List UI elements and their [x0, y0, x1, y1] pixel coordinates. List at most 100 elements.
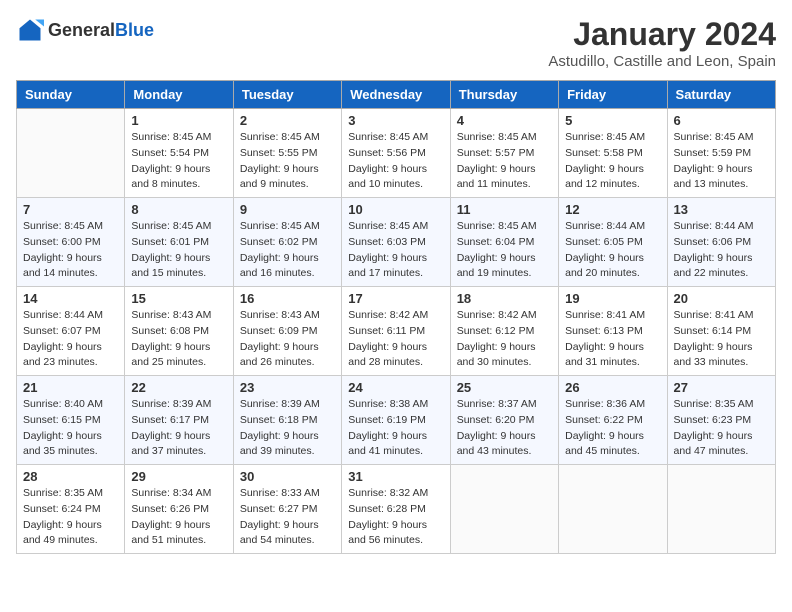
- day-info: Sunrise: 8:45 AMSunset: 6:03 PMDaylight:…: [348, 219, 443, 282]
- day-info: Sunrise: 8:45 AMSunset: 5:59 PMDaylight:…: [674, 130, 769, 193]
- weekday-header-monday: Monday: [125, 81, 233, 109]
- day-info: Sunrise: 8:37 AMSunset: 6:20 PMDaylight:…: [457, 397, 552, 460]
- day-info: Sunrise: 8:44 AMSunset: 6:05 PMDaylight:…: [565, 219, 660, 282]
- calendar-day-cell: [450, 465, 558, 554]
- calendar-day-cell: 11 Sunrise: 8:45 AMSunset: 6:04 PMDayligh…: [450, 198, 558, 287]
- day-info: Sunrise: 8:44 AMSunset: 6:07 PMDaylight:…: [23, 308, 118, 371]
- day-number: 25: [457, 380, 552, 395]
- calendar-week-row: 14 Sunrise: 8:44 AMSunset: 6:07 PMDayligh…: [17, 287, 776, 376]
- day-info: Sunrise: 8:45 AMSunset: 6:00 PMDaylight:…: [23, 219, 118, 282]
- day-info: Sunrise: 8:36 AMSunset: 6:22 PMDaylight:…: [565, 397, 660, 460]
- calendar-day-cell: 25 Sunrise: 8:37 AMSunset: 6:20 PMDayligh…: [450, 376, 558, 465]
- day-info: Sunrise: 8:39 AMSunset: 6:18 PMDaylight:…: [240, 397, 335, 460]
- day-number: 2: [240, 113, 335, 128]
- calendar-day-cell: [17, 109, 125, 198]
- day-info: Sunrise: 8:43 AMSunset: 6:08 PMDaylight:…: [131, 308, 226, 371]
- calendar-day-cell: 17 Sunrise: 8:42 AMSunset: 6:11 PMDayligh…: [342, 287, 450, 376]
- calendar-day-cell: 12 Sunrise: 8:44 AMSunset: 6:05 PMDayligh…: [559, 198, 667, 287]
- month-title: January 2024: [548, 16, 776, 53]
- day-info: Sunrise: 8:40 AMSunset: 6:15 PMDaylight:…: [23, 397, 118, 460]
- day-number: 23: [240, 380, 335, 395]
- weekday-header-sunday: Sunday: [17, 81, 125, 109]
- calendar-day-cell: 22Sunrise: 8:39 AMSunset: 6:17 PMDayligh…: [125, 376, 233, 465]
- calendar-day-cell: [559, 465, 667, 554]
- title-section: January 2024 Astudillo, Castille and Leo…: [548, 16, 776, 70]
- logo-icon: [16, 16, 44, 44]
- calendar-day-cell: 2 Sunrise: 8:45 AMSunset: 5:55 PMDaylight…: [233, 109, 341, 198]
- calendar-week-row: 1Sunrise: 8:45 AMSunset: 5:54 PMDaylight…: [17, 109, 776, 198]
- day-number: 22: [131, 380, 226, 395]
- day-number: 6: [674, 113, 769, 128]
- day-number: 14: [23, 291, 118, 306]
- day-number: 24: [348, 380, 443, 395]
- day-info: Sunrise: 8:45 AMSunset: 5:57 PMDaylight:…: [457, 130, 552, 193]
- day-info: Sunrise: 8:45 AMSunset: 6:04 PMDaylight:…: [457, 219, 552, 282]
- logo-general-text: General: [48, 20, 115, 40]
- day-info: Sunrise: 8:41 AMSunset: 6:14 PMDaylight:…: [674, 308, 769, 371]
- calendar-day-cell: 19 Sunrise: 8:41 AMSunset: 6:13 PMDayligh…: [559, 287, 667, 376]
- day-info: Sunrise: 8:41 AMSunset: 6:13 PMDaylight:…: [565, 308, 660, 371]
- day-info: Sunrise: 8:45 AMSunset: 6:02 PMDaylight:…: [240, 219, 335, 282]
- day-info: Sunrise: 8:43 AMSunset: 6:09 PMDaylight:…: [240, 308, 335, 371]
- day-number: 29: [131, 469, 226, 484]
- day-number: 26: [565, 380, 660, 395]
- calendar-day-cell: 3Sunrise: 8:45 AMSunset: 5:56 PMDaylight…: [342, 109, 450, 198]
- calendar-day-cell: 15Sunrise: 8:43 AMSunset: 6:08 PMDayligh…: [125, 287, 233, 376]
- day-number: 21: [23, 380, 118, 395]
- day-number: 4: [457, 113, 552, 128]
- day-number: 27: [674, 380, 769, 395]
- calendar-day-cell: 14 Sunrise: 8:44 AMSunset: 6:07 PMDayligh…: [17, 287, 125, 376]
- day-info: Sunrise: 8:45 AMSunset: 5:55 PMDaylight:…: [240, 130, 335, 193]
- calendar-day-cell: 24 Sunrise: 8:38 AMSunset: 6:19 PMDayligh…: [342, 376, 450, 465]
- calendar-week-row: 28Sunrise: 8:35 AMSunset: 6:24 PMDayligh…: [17, 465, 776, 554]
- day-info: Sunrise: 8:32 AMSunset: 6:28 PMDaylight:…: [348, 486, 443, 549]
- calendar-day-cell: 1Sunrise: 8:45 AMSunset: 5:54 PMDaylight…: [125, 109, 233, 198]
- page-header: GeneralBlue January 2024 Astudillo, Cast…: [16, 16, 776, 70]
- day-number: 20: [674, 291, 769, 306]
- day-info: Sunrise: 8:35 AMSunset: 6:23 PMDaylight:…: [674, 397, 769, 460]
- calendar-week-row: 21 Sunrise: 8:40 AMSunset: 6:15 PMDayligh…: [17, 376, 776, 465]
- day-number: 11: [457, 202, 552, 217]
- day-info: Sunrise: 8:44 AMSunset: 6:06 PMDaylight:…: [674, 219, 769, 282]
- calendar-day-cell: 18Sunrise: 8:42 AMSunset: 6:12 PMDayligh…: [450, 287, 558, 376]
- calendar-day-cell: 30Sunrise: 8:33 AMSunset: 6:27 PMDayligh…: [233, 465, 341, 554]
- calendar-day-cell: 16Sunrise: 8:43 AMSunset: 6:09 PMDayligh…: [233, 287, 341, 376]
- day-number: 8: [131, 202, 226, 217]
- calendar-day-cell: 31 Sunrise: 8:32 AMSunset: 6:28 PMDayligh…: [342, 465, 450, 554]
- day-number: 12: [565, 202, 660, 217]
- day-number: 18: [457, 291, 552, 306]
- day-number: 28: [23, 469, 118, 484]
- day-number: 13: [674, 202, 769, 217]
- day-info: Sunrise: 8:34 AMSunset: 6:26 PMDaylight:…: [131, 486, 226, 549]
- day-number: 10: [348, 202, 443, 217]
- day-info: Sunrise: 8:33 AMSunset: 6:27 PMDaylight:…: [240, 486, 335, 549]
- calendar-table: SundayMondayTuesdayWednesdayThursdayFrid…: [16, 80, 776, 554]
- day-info: Sunrise: 8:45 AMSunset: 5:58 PMDaylight:…: [565, 130, 660, 193]
- calendar-day-cell: 29 Sunrise: 8:34 AMSunset: 6:26 PMDayligh…: [125, 465, 233, 554]
- calendar-week-row: 7Sunrise: 8:45 AMSunset: 6:00 PMDaylight…: [17, 198, 776, 287]
- day-info: Sunrise: 8:45 AMSunset: 6:01 PMDaylight:…: [131, 219, 226, 282]
- calendar-header-row: SundayMondayTuesdayWednesdayThursdayFrid…: [17, 81, 776, 109]
- calendar-day-cell: [667, 465, 775, 554]
- day-number: 31: [348, 469, 443, 484]
- day-info: Sunrise: 8:38 AMSunset: 6:19 PMDaylight:…: [348, 397, 443, 460]
- calendar-day-cell: 5 Sunrise: 8:45 AMSunset: 5:58 PMDaylight…: [559, 109, 667, 198]
- weekday-header-wednesday: Wednesday: [342, 81, 450, 109]
- day-info: Sunrise: 8:42 AMSunset: 6:11 PMDaylight:…: [348, 308, 443, 371]
- calendar-day-cell: 27 Sunrise: 8:35 AMSunset: 6:23 PMDayligh…: [667, 376, 775, 465]
- day-number: 17: [348, 291, 443, 306]
- calendar-day-cell: 10 Sunrise: 8:45 AMSunset: 6:03 PMDayligh…: [342, 198, 450, 287]
- logo: GeneralBlue: [16, 16, 154, 44]
- day-number: 1: [131, 113, 226, 128]
- day-number: 19: [565, 291, 660, 306]
- calendar-day-cell: 20 Sunrise: 8:41 AMSunset: 6:14 PMDayligh…: [667, 287, 775, 376]
- day-info: Sunrise: 8:45 AMSunset: 5:56 PMDaylight:…: [348, 130, 443, 193]
- location-subtitle: Astudillo, Castille and Leon, Spain: [548, 53, 776, 70]
- day-number: 5: [565, 113, 660, 128]
- calendar-day-cell: 26 Sunrise: 8:36 AMSunset: 6:22 PMDayligh…: [559, 376, 667, 465]
- weekday-header-tuesday: Tuesday: [233, 81, 341, 109]
- calendar-day-cell: 13 Sunrise: 8:44 AMSunset: 6:06 PMDayligh…: [667, 198, 775, 287]
- weekday-header-friday: Friday: [559, 81, 667, 109]
- calendar-day-cell: 23 Sunrise: 8:39 AMSunset: 6:18 PMDayligh…: [233, 376, 341, 465]
- calendar-day-cell: 4 Sunrise: 8:45 AMSunset: 5:57 PMDaylight…: [450, 109, 558, 198]
